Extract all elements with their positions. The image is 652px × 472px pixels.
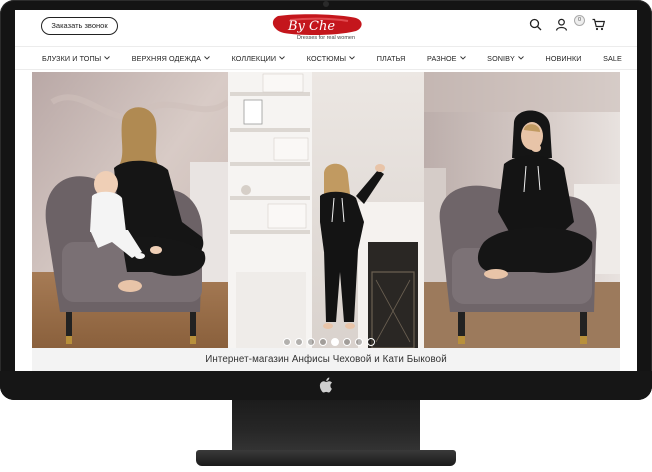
nav-item-label: РАЗНОЕ — [427, 53, 457, 63]
slider-dot[interactable] — [331, 338, 339, 346]
nav-item-label: БЛУЗКИ И ТОПЫ — [42, 53, 102, 63]
apple-logo-icon — [319, 377, 332, 393]
nav-item-7[interactable]: SONIBY — [487, 54, 524, 63]
slide-photo-left — [32, 72, 228, 348]
nav-item-6[interactable]: РАЗНОЕ — [427, 54, 466, 63]
site-caption: Интернет-магазин Анфисы Чеховой и Кати Б… — [32, 348, 620, 371]
chevron-down-icon — [279, 56, 286, 60]
slider-dot[interactable] — [355, 338, 363, 346]
nav-item-3[interactable]: КОЛЛЕКЦИИ — [232, 54, 286, 63]
slide-panel-middle — [228, 72, 424, 348]
chevron-down-icon — [349, 56, 355, 60]
chevron-down-icon — [104, 56, 111, 60]
cart-icon[interactable] — [592, 18, 605, 31]
nav-item-4[interactable]: КОСТЮМЫ — [307, 54, 355, 63]
brand-logo[interactable]: By Che Dresses for real women — [260, 12, 370, 44]
slider-pagination — [283, 338, 375, 346]
chevron-down-icon — [459, 56, 466, 60]
nav-item-5[interactable]: ПЛАТЬЯ — [377, 54, 406, 63]
slider-dot[interactable] — [307, 338, 315, 346]
chevron-down-icon — [518, 56, 524, 60]
browser-screen: Заказать звонок By Che Dresses for real … — [15, 10, 637, 371]
slide-photo-middle — [228, 72, 424, 348]
hero-slider[interactable] — [32, 72, 620, 348]
logo-text: By Che — [287, 19, 335, 34]
nav-item-2[interactable]: ВЕРХНЯЯ ОДЕЖДА — [132, 54, 210, 63]
slider-dot[interactable] — [283, 338, 291, 346]
slider-dot[interactable] — [343, 338, 351, 346]
nav-item-label: НОВИНКИ — [545, 53, 582, 63]
nav-item-label: ВЕРХНЯЯ ОДЕЖДА — [131, 53, 201, 63]
nav-item-8[interactable]: НОВИНКИ — [546, 54, 582, 63]
slider-dot[interactable] — [367, 338, 375, 346]
monitor-stand-base — [196, 450, 456, 466]
slide-panel-left — [32, 72, 228, 348]
nav-item-label: SALE — [603, 53, 622, 63]
logo-tagline: Dresses for real women — [296, 35, 356, 41]
user-icon[interactable] — [555, 18, 568, 31]
nav-item-label: КОСТЮМЫ — [306, 53, 347, 63]
site-header: Заказать звонок By Che Dresses for real … — [15, 10, 637, 46]
slider-dot[interactable] — [295, 338, 303, 346]
camera-dot — [323, 1, 329, 7]
nav-item-9[interactable]: SALE — [603, 54, 622, 63]
nav-item-label: ПЛАТЬЯ — [376, 53, 406, 63]
slide-photo-right — [424, 72, 620, 348]
search-icon[interactable] — [529, 18, 542, 31]
nav-item-label: SONIBY — [487, 53, 515, 63]
nav-item-1[interactable]: БЛУЗКИ И ТОПЫ — [42, 53, 111, 63]
chevron-down-icon — [204, 56, 210, 60]
request-call-button[interactable]: Заказать звонок — [41, 17, 118, 35]
nav-item-label: КОЛЛЕКЦИИ — [231, 53, 277, 63]
monitor-frame: Заказать звонок By Che Dresses for real … — [0, 0, 652, 400]
cart-count-badge: 0 — [574, 15, 585, 26]
slider-dot[interactable] — [319, 338, 327, 346]
slide-panel-right — [424, 72, 620, 348]
monitor-stand — [232, 400, 420, 452]
main-nav: БЛУЗКИ И ТОПЫ ВЕРХНЯЯ ОДЕЖДА КОЛЛЕКЦИИ КОСТ… — [15, 46, 637, 70]
